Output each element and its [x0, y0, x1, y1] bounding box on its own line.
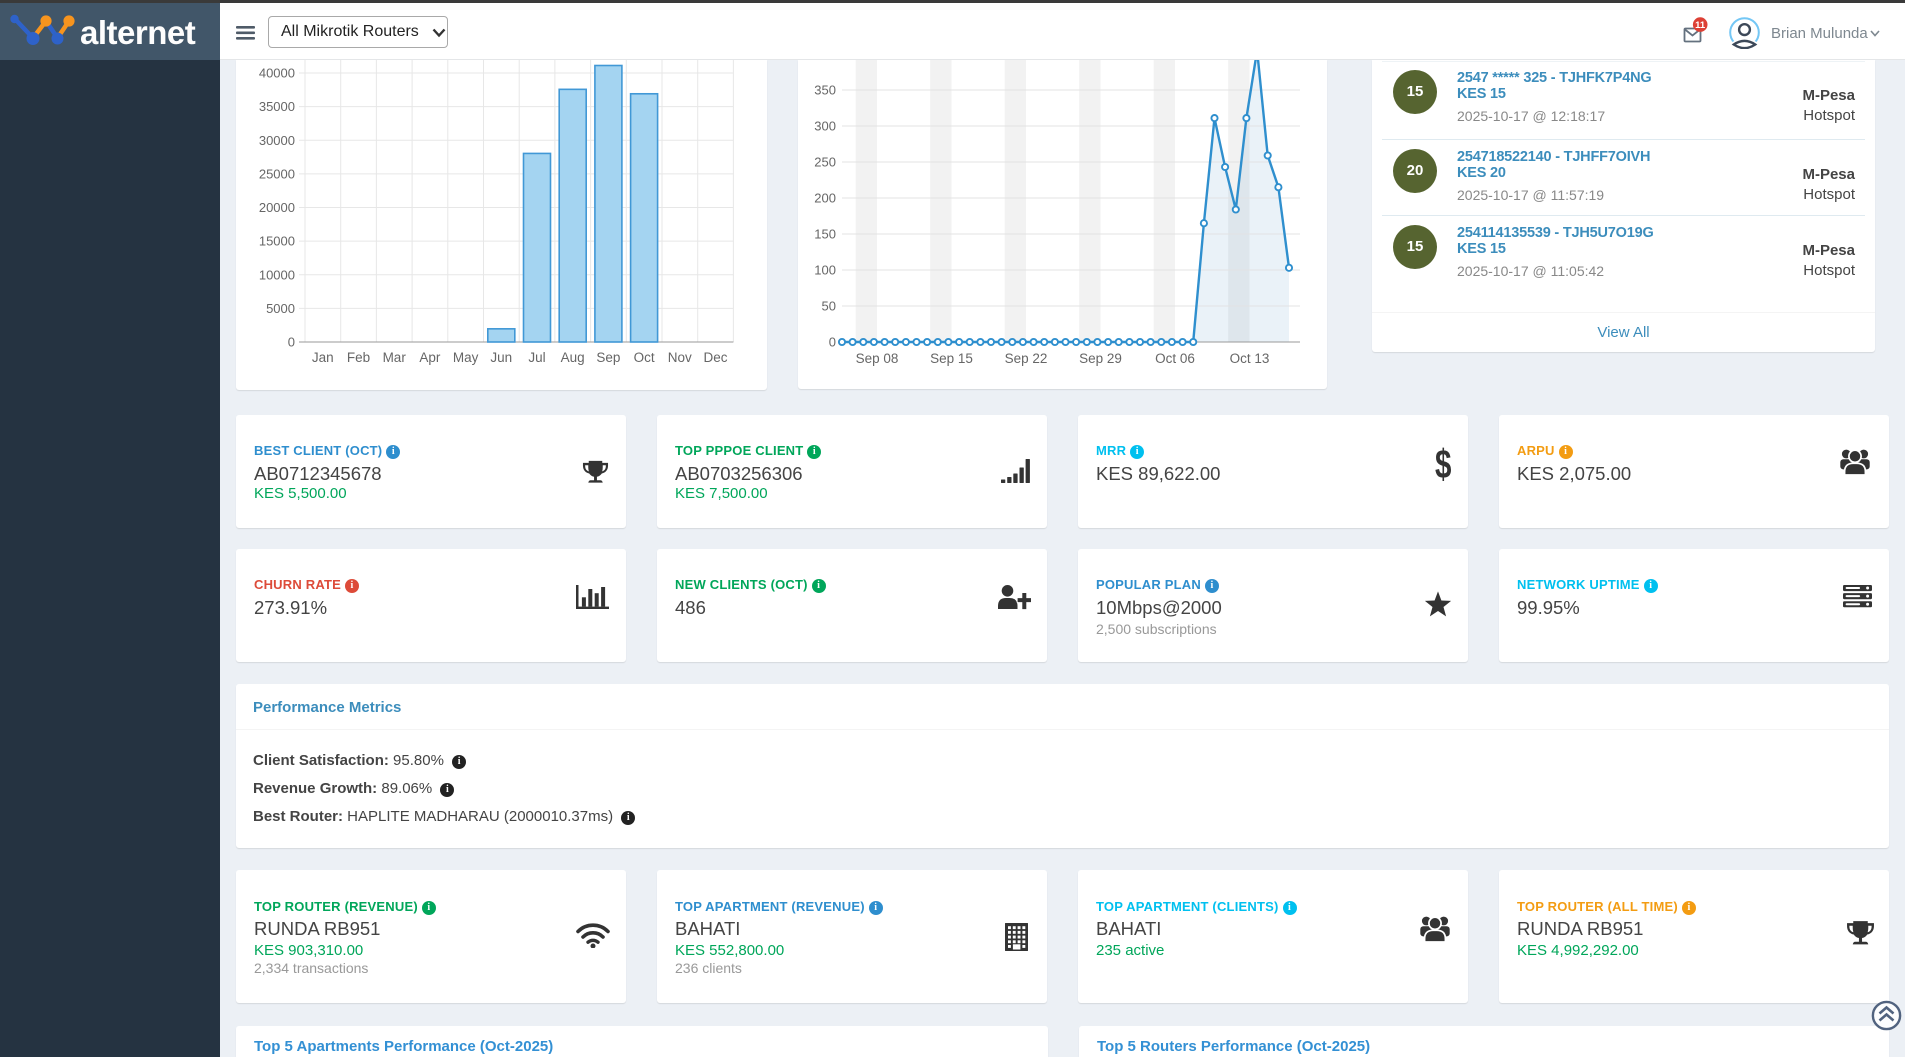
- svg-text:0: 0: [829, 335, 836, 350]
- svg-text:0: 0: [288, 335, 295, 350]
- svg-text:Nov: Nov: [668, 350, 692, 365]
- svg-text:Sep 29: Sep 29: [1079, 351, 1122, 366]
- svg-text:5000: 5000: [266, 301, 295, 316]
- svg-text:11: 11: [1695, 20, 1706, 31]
- svg-text:May: May: [453, 350, 479, 365]
- svg-text:40000: 40000: [259, 66, 295, 81]
- svg-text:Sep 08: Sep 08: [856, 351, 899, 366]
- svg-text:Sep 22: Sep 22: [1005, 351, 1048, 366]
- svg-text:50: 50: [822, 299, 836, 314]
- svg-text:300: 300: [814, 119, 836, 134]
- svg-text:Jul: Jul: [528, 350, 545, 365]
- svg-text:Mar: Mar: [383, 350, 407, 365]
- svg-text:Oct 06: Oct 06: [1155, 351, 1195, 366]
- svg-text:350: 350: [814, 83, 836, 98]
- svg-text:25000: 25000: [259, 166, 295, 181]
- svg-text:Sep 15: Sep 15: [930, 351, 973, 366]
- svg-text:150: 150: [814, 227, 836, 242]
- svg-text:250: 250: [814, 155, 836, 170]
- svg-text:200: 200: [814, 191, 836, 206]
- svg-text:Jun: Jun: [490, 350, 512, 365]
- svg-text:15000: 15000: [259, 234, 295, 249]
- svg-text:Oct 13: Oct 13: [1230, 351, 1270, 366]
- svg-text:Apr: Apr: [419, 350, 441, 365]
- svg-text:Feb: Feb: [347, 350, 370, 365]
- svg-text:Sep: Sep: [596, 350, 620, 365]
- svg-text:Jan: Jan: [312, 350, 334, 365]
- svg-text:35000: 35000: [259, 99, 295, 114]
- svg-text:20000: 20000: [259, 200, 295, 215]
- svg-text:Aug: Aug: [561, 350, 585, 365]
- svg-text:Oct: Oct: [634, 350, 655, 365]
- svg-text:30000: 30000: [259, 133, 295, 148]
- svg-text:Dec: Dec: [703, 350, 727, 365]
- svg-text:10000: 10000: [259, 267, 295, 282]
- svg-text:alternet: alternet: [80, 14, 196, 51]
- svg-text:100: 100: [814, 263, 836, 278]
